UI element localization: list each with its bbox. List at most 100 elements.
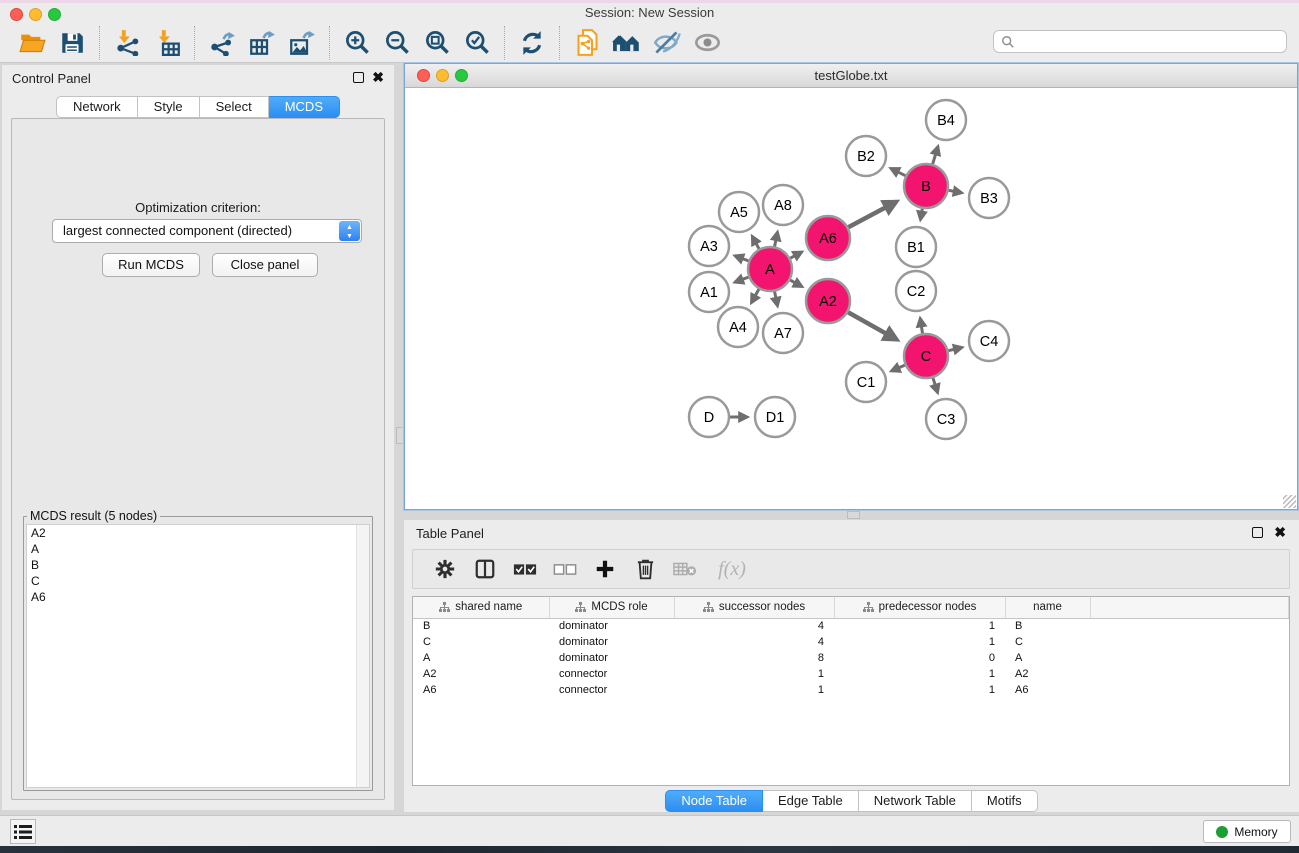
graph-edge-B-B1[interactable] — [920, 209, 922, 220]
close-table-panel-icon[interactable]: ✖ — [1274, 524, 1286, 540]
tab-network[interactable]: Network — [56, 96, 138, 118]
mcds-result-item[interactable]: A6 — [27, 589, 369, 605]
graph-node-D1[interactable]: D1 — [755, 397, 795, 437]
graph-node-C2[interactable]: C2 — [896, 271, 936, 311]
show-column-panel-icon[interactable] — [470, 554, 500, 584]
graph-node-A1[interactable]: A1 — [689, 272, 729, 312]
graph-edge-A-A6[interactable] — [790, 252, 801, 258]
import-table-icon[interactable] — [151, 27, 183, 59]
graph-edge-A-A8[interactable] — [775, 232, 778, 246]
table-row[interactable]: A2connector11A2 — [413, 666, 1289, 682]
graph-node-B[interactable]: B — [904, 164, 948, 208]
graph-node-D[interactable]: D — [689, 397, 729, 437]
mcds-result-item[interactable]: C — [27, 573, 369, 589]
column-header-name[interactable]: name — [1005, 597, 1090, 618]
memory-button[interactable]: Memory — [1203, 820, 1291, 843]
search-input[interactable] — [1020, 35, 1270, 49]
vertical-divider-handle[interactable] — [396, 427, 404, 444]
search-field[interactable] — [993, 30, 1287, 53]
duplicate-network-icon[interactable] — [571, 27, 603, 59]
scrollbar-track[interactable] — [356, 525, 369, 787]
graph-edge-A-A5[interactable] — [752, 236, 759, 248]
table-row[interactable]: Cdominator41C — [413, 634, 1289, 650]
mcds-result-item[interactable]: B — [27, 557, 369, 573]
network-window-titlebar[interactable]: testGlobe.txt — [405, 64, 1297, 88]
tab-mcds[interactable]: MCDS — [269, 96, 340, 118]
graph-node-A7[interactable]: A7 — [763, 313, 803, 353]
table-row[interactable]: A6connector11A6 — [413, 682, 1289, 698]
graph-node-C4[interactable]: C4 — [969, 321, 1009, 361]
zoom-selected-icon[interactable] — [461, 27, 493, 59]
delete-row-icon[interactable] — [630, 554, 660, 584]
graph-edge-A-A7[interactable] — [775, 292, 778, 306]
graph-edge-B-B4[interactable] — [933, 147, 938, 164]
close-panel-icon[interactable]: ✖ — [372, 69, 384, 85]
run-mcds-button[interactable]: Run MCDS — [102, 253, 200, 277]
tab-style[interactable]: Style — [138, 96, 200, 118]
mcds-result-item[interactable]: A — [27, 541, 369, 557]
column-header-successor-nodes[interactable]: successor nodes — [674, 597, 834, 618]
graph-node-A[interactable]: A — [748, 247, 792, 291]
save-session-icon[interactable] — [56, 27, 88, 59]
show-network-overview-icon[interactable] — [691, 27, 723, 59]
column-header-predecessor-nodes[interactable]: predecessor nodes — [834, 597, 1005, 618]
mcds-result-item[interactable]: A2 — [27, 525, 369, 541]
float-panel-icon[interactable] — [353, 72, 364, 83]
export-image-icon[interactable] — [286, 27, 318, 59]
tab-motifs[interactable]: Motifs — [972, 790, 1038, 812]
function-builder-icon[interactable]: f(x) — [710, 554, 754, 584]
deselect-all-columns-icon[interactable] — [550, 554, 580, 584]
graph-edge-B-B3[interactable] — [949, 190, 962, 192]
graph-node-B2[interactable]: B2 — [846, 136, 886, 176]
graph-edge-A2-C[interactable] — [848, 312, 897, 339]
graph-node-A4[interactable]: A4 — [718, 307, 758, 347]
graph-node-A2[interactable]: A2 — [806, 279, 850, 323]
graph-edge-A-A3[interactable] — [735, 256, 748, 261]
close-panel-button[interactable]: Close panel — [212, 253, 318, 277]
graph-edge-A-A4[interactable] — [751, 289, 758, 303]
export-network-icon[interactable] — [206, 27, 238, 59]
column-header-MCDS-role[interactable]: MCDS role — [549, 597, 674, 618]
table-header-row[interactable]: shared nameMCDS rolesuccessor nodesprede… — [413, 597, 1289, 618]
graph-node-C1[interactable]: C1 — [846, 362, 886, 402]
delete-table-icon[interactable] — [670, 554, 700, 584]
tab-node-table[interactable]: Node Table — [665, 790, 763, 812]
criterion-dropdown[interactable]: largest connected component (directed) ▲… — [52, 219, 362, 243]
float-table-panel-icon[interactable] — [1252, 527, 1263, 538]
graph-edge-A-A1[interactable] — [735, 277, 748, 282]
tab-network-table[interactable]: Network Table — [859, 790, 972, 812]
hide-panels-icon[interactable] — [651, 27, 683, 59]
resize-grip-icon[interactable] — [1283, 495, 1296, 508]
add-row-icon[interactable] — [590, 554, 620, 584]
graph-node-B4[interactable]: B4 — [926, 100, 966, 140]
table-row[interactable]: Adominator80A — [413, 650, 1289, 666]
network-graph-canvas[interactable]: B4B2BB3A8A5A6A3B1AA1C2A2A4A7C4CC1DD1C3 — [405, 88, 1297, 509]
refresh-icon[interactable] — [516, 27, 548, 59]
table-row[interactable]: Bdominator41B — [413, 618, 1289, 634]
tab-select[interactable]: Select — [200, 96, 269, 118]
graph-edge-B-B2[interactable] — [891, 168, 906, 175]
select-all-columns-icon[interactable] — [510, 554, 540, 584]
open-file-icon[interactable] — [16, 27, 48, 59]
graph-node-B1[interactable]: B1 — [896, 227, 936, 267]
tab-edge-table[interactable]: Edge Table — [763, 790, 859, 812]
zoom-fit-icon[interactable] — [421, 27, 453, 59]
zoom-out-icon[interactable] — [381, 27, 413, 59]
graph-node-C[interactable]: C — [904, 334, 948, 378]
graph-node-C3[interactable]: C3 — [926, 399, 966, 439]
graph-node-A5[interactable]: A5 — [719, 192, 759, 232]
graph-node-B3[interactable]: B3 — [969, 178, 1009, 218]
column-settings-icon[interactable] — [430, 554, 460, 584]
graph-node-A3[interactable]: A3 — [689, 226, 729, 266]
export-table-icon[interactable] — [246, 27, 278, 59]
graph-edge-C-C3[interactable] — [933, 378, 938, 393]
import-network-icon[interactable] — [111, 27, 143, 59]
graph-edge-A6-B[interactable] — [848, 202, 896, 227]
show-all-panels-icon[interactable] — [611, 27, 643, 59]
column-header-shared-name[interactable]: shared name — [413, 597, 549, 618]
zoom-in-icon[interactable] — [341, 27, 373, 59]
horizontal-divider-handle[interactable] — [847, 511, 860, 519]
task-history-button[interactable] — [10, 819, 36, 844]
graph-edge-A-A2[interactable] — [790, 280, 802, 286]
graph-edge-C-C1[interactable] — [892, 365, 905, 371]
